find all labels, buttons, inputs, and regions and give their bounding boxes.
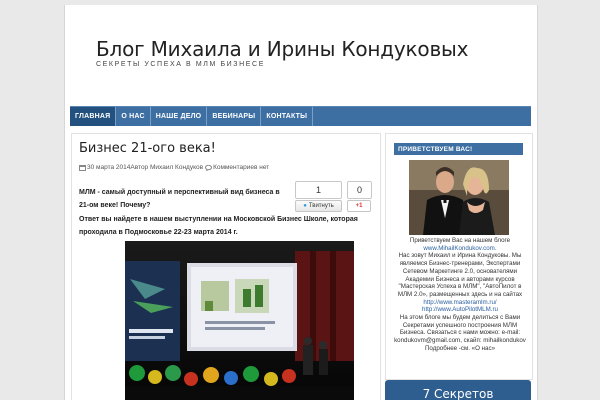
share-count-box: 1 — [295, 181, 342, 199]
welcome-widget-title: ПРИВЕТСТВУЕМ ВАС! — [394, 143, 523, 155]
welcome-line-4: Подробнее -см. «О нас» — [424, 344, 496, 352]
welcome-line-1: Приветствуем Вас на нашем блоге — [409, 237, 511, 244]
twitter-bird-icon: ● — [303, 203, 307, 209]
nav-item-our-business[interactable]: НАШЕ ДЕЛО — [151, 107, 208, 126]
blog-post: Бизнес 21-ого века! 30 марта 2014 Автор … — [71, 133, 381, 400]
site-title[interactable]: Блог Михаила и Ирины Кондуковых — [96, 37, 468, 61]
comment-icon — [205, 164, 213, 172]
page-wrapper: Блог Михаила и Ирины Кондуковых СЕКРЕТЫ … — [64, 5, 538, 400]
post-meta: 30 марта 2014 Автор Михаил Кондуков Комм… — [79, 164, 269, 172]
conference-stage-image — [125, 241, 354, 400]
welcome-widget-text: Приветствуем Вас на нашем блоге www.Miha… — [392, 237, 528, 353]
post-date[interactable]: 30 марта 2014 — [87, 164, 130, 171]
post-text: Ответ вы найдете в нашем выступлении на … — [79, 213, 379, 239]
nav-item-webinars[interactable]: ВЕБИНАРЫ — [207, 107, 262, 126]
post-title[interactable]: Бизнес 21-ого века! — [79, 141, 216, 156]
seven-secrets-title: 7 Секретов — [422, 387, 494, 400]
welcome-line-2: Нас зовут Михаил и Ирина Кондуковы. Мы я… — [397, 252, 523, 298]
nav-item-about[interactable]: О НАС — [116, 107, 151, 126]
authors-photo — [409, 160, 509, 235]
welcome-line-3: На этом блоге мы будем делиться с Вами С… — [394, 314, 526, 345]
tweet-button-label: Твитнуть — [308, 203, 334, 209]
autopilotmlm-link[interactable]: http://www.AutoPilotMLM.ru — [392, 306, 528, 314]
post-author[interactable]: Автор Михаил Кондуков — [130, 164, 203, 171]
calendar-icon — [79, 164, 86, 171]
gplus-button[interactable]: +1 — [347, 200, 371, 212]
welcome-widget: ПРИВЕТСТВУЕМ ВАС! Приветствуем Вас на на… — [385, 133, 533, 380]
masteramlm-link[interactable]: http://www.masteramlm.ru/ — [392, 299, 528, 307]
post-comments-link[interactable]: Комментариев нет — [213, 164, 269, 171]
main-navigation: ГЛАВНАЯ О НАС НАШЕ ДЕЛО ВЕБИНАРЫ КОНТАКТ… — [70, 106, 531, 126]
tweet-button[interactable]: ● Твитнуть — [295, 200, 342, 212]
blog-link[interactable]: www.MihailKondukov.com. — [392, 245, 528, 253]
authors-portrait — [409, 160, 509, 235]
nav-item-home[interactable]: ГЛАВНАЯ — [70, 107, 117, 126]
conference-photo[interactable] — [125, 241, 354, 400]
nav-item-contacts[interactable]: КОНТАКТЫ — [261, 107, 314, 126]
site-description: СЕКРЕТЫ УСПЕХА В МЛМ БИЗНЕСЕ — [96, 61, 265, 68]
post-intro: МЛМ - самый доступный и перспективный ви… — [79, 186, 289, 215]
seven-secrets-widget[interactable]: 7 Секретов — [385, 380, 531, 400]
post-paragraph-2: Ответ вы найдете в нашем выступлении на … — [79, 216, 358, 236]
post-paragraph-1: МЛМ - самый доступный и перспективный ви… — [79, 189, 280, 209]
plusone-count-box: 0 — [347, 181, 372, 199]
gplus-button-label: +1 — [355, 203, 363, 209]
